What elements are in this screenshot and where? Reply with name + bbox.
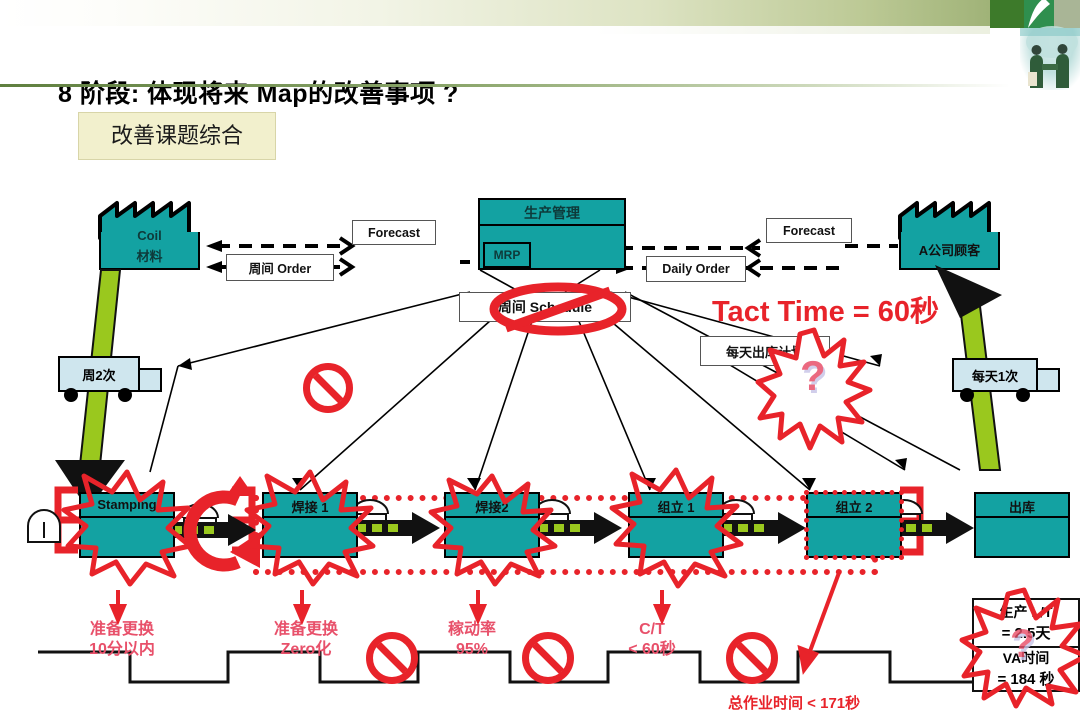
note-changeover-zero: 准备更换 Zero化 xyxy=(236,620,376,660)
assembly-2-highlight xyxy=(804,490,904,560)
note-cycle-time: C/T < 60秒 xyxy=(592,620,712,660)
tact-time-label: Tact Time = 60秒 xyxy=(712,296,940,328)
note-uptime: 稼动率 95% xyxy=(412,620,532,660)
note-cycle-time-line1: C/T xyxy=(639,621,665,638)
forecast-right-box[interactable]: Forecast xyxy=(766,218,852,243)
logo-tile-sage xyxy=(1054,0,1080,28)
header-gradient-band xyxy=(0,0,1080,26)
truck-wheel xyxy=(1016,388,1030,402)
process-label-assembly-1: 组立 1 xyxy=(657,500,695,515)
note-changeover-zero-line1: 准备更换 xyxy=(273,621,338,638)
title-region: 8 阶段: 体现将来 Map的改善事项 ? xyxy=(0,34,1080,108)
process-label-stamping: Stamping xyxy=(97,497,157,512)
logo-swoosh-icon xyxy=(1028,0,1050,28)
logo-tile-dark-green xyxy=(990,0,1024,28)
schedule-crossout-icon xyxy=(489,282,627,336)
title-divider xyxy=(0,84,1010,87)
note-changeover-10-line2: 10分以内 xyxy=(89,641,155,658)
summary-question-mark: ? xyxy=(1010,622,1035,666)
inbound-truck-label: 周2次 xyxy=(58,356,140,392)
value-stream-map: Coil 材料 A公司顾客 生产管理 MRP Forecast 周间 Order… xyxy=(0,170,1080,727)
supplier-label-2: 材料 xyxy=(136,249,163,264)
production-control-title: 生产管理 xyxy=(524,205,580,221)
page-title: 8 阶段: 体现将来 Map的改善事项 ? xyxy=(58,80,459,108)
prohibition-icon-3 xyxy=(726,632,778,684)
note-changeover-10-line1: 准备更换 xyxy=(89,621,154,638)
process-label-welding-2: 焊接2 xyxy=(475,500,509,515)
inbound-truck-nose xyxy=(138,368,162,392)
forecast-left-box[interactable]: Forecast xyxy=(352,220,436,245)
prohibition-icon-schedule xyxy=(303,363,353,413)
weekly-order-box[interactable]: 周间 Order xyxy=(226,254,334,281)
subtitle-box: 改善课题综合 xyxy=(78,112,276,160)
customer-label: A公司顾客 xyxy=(918,243,981,258)
mrp-label: MRP xyxy=(493,248,521,262)
note-cycle-time-line2: < 60秒 xyxy=(628,641,676,658)
truck-wheel xyxy=(960,388,974,402)
note-changeover-zero-line2: Zero化 xyxy=(280,641,332,658)
truck-wheel xyxy=(64,388,78,402)
note-changeover-10: 准备更换 10分以内 xyxy=(52,620,192,660)
truck-wheel xyxy=(118,388,132,402)
header-lower-band xyxy=(0,26,1080,34)
subtitle-label: 改善课题综合 xyxy=(110,123,243,148)
outbound-truck-nose xyxy=(1036,368,1060,392)
note-uptime-line1: 稼动率 xyxy=(447,621,496,638)
burst-question-mark: ? xyxy=(800,352,826,399)
supplier-label-1: Coil xyxy=(137,228,162,243)
process-label-welding-1: 焊接 1 xyxy=(291,500,329,515)
process-label-shipping: 出库 xyxy=(1008,500,1035,515)
total-work-time-note: 总作业时间 < 171秒 xyxy=(728,695,861,712)
daily-order-box[interactable]: Daily Order xyxy=(646,256,746,282)
outbound-truck-label: 每天1次 xyxy=(952,358,1038,392)
note-uptime-line2: 95% xyxy=(455,641,489,658)
